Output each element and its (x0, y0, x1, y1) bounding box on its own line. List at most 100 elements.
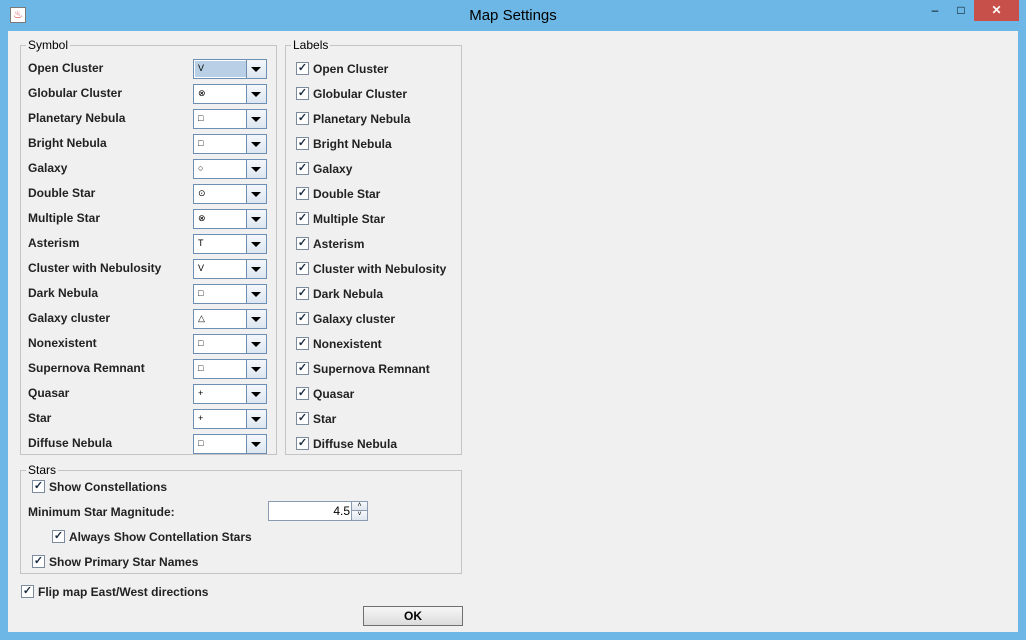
symbol-row-label: Asterism (28, 236, 80, 250)
chevron-down-icon[interactable] (246, 335, 266, 353)
symbol-row-label: Supernova Remnant (28, 361, 145, 375)
symbol-combo[interactable]: □ (193, 134, 267, 154)
checkbox-box[interactable]: ✓ (296, 87, 309, 100)
min-magnitude-spinner[interactable]: 4.5 ˄ ˅ (268, 501, 368, 521)
spinner-down-arrow-icon[interactable]: ˅ (352, 511, 367, 520)
label-checkbox-text: Star (313, 412, 337, 426)
min-magnitude-label: Minimum Star Magnitude: (28, 505, 175, 519)
map-settings-window: ♨ Map Settings – □ ✕ Symbol Open Cluster… (0, 0, 1026, 640)
chevron-down-icon[interactable] (246, 135, 266, 153)
label-checkbox-text: Quasar (313, 387, 355, 401)
symbol-combo-value[interactable]: ○ (195, 161, 248, 177)
chevron-down-icon[interactable] (246, 385, 266, 403)
checkbox-box[interactable]: ✓ (52, 530, 65, 543)
symbol-combo[interactable]: T (193, 234, 267, 254)
primary-star-names-label: Show Primary Star Names (49, 555, 199, 569)
label-checkbox-text: Open Cluster (313, 62, 389, 76)
symbol-combo-value[interactable]: V (195, 61, 248, 77)
symbol-row-label: Planetary Nebula (28, 111, 126, 125)
symbol-combo-value[interactable]: □ (195, 361, 248, 377)
symbol-combo-value[interactable]: □ (195, 336, 248, 352)
symbol-combo-value[interactable]: T (195, 236, 248, 252)
symbol-combo[interactable]: V (193, 259, 267, 279)
symbol-row-label: Star (28, 411, 52, 425)
symbol-combo-value[interactable]: ⊙ (195, 186, 248, 202)
label-checkbox-text: Globular Cluster (313, 87, 408, 101)
symbol-combo[interactable]: ⊗ (193, 209, 267, 229)
checkbox-box[interactable]: ✓ (296, 62, 309, 75)
symbol-combo[interactable]: V (193, 59, 267, 79)
checkbox-box[interactable]: ✓ (296, 187, 309, 200)
symbol-group: Symbol Open Cluster V Globular Cluster ⊗ Pla… (20, 38, 277, 455)
symbol-combo[interactable]: ⊙ (193, 184, 267, 204)
symbol-combo[interactable]: ⊗ (193, 84, 267, 104)
label-checkbox-text: Bright Nebula (313, 137, 392, 151)
spinner-buttons: ˄ ˅ (351, 502, 367, 520)
checkbox-box[interactable]: ✓ (296, 387, 309, 400)
spinner-up-arrow-icon[interactable]: ˄ (352, 502, 367, 511)
close-button[interactable]: ✕ (974, 0, 1019, 21)
checkbox-box[interactable]: ✓ (296, 137, 309, 150)
minimize-button[interactable]: – (922, 0, 948, 21)
checkbox-box[interactable]: ✓ (296, 162, 309, 175)
checkbox-box[interactable]: ✓ (296, 362, 309, 375)
symbol-combo[interactable]: □ (193, 434, 267, 454)
chevron-down-icon[interactable] (246, 185, 266, 203)
maximize-button[interactable]: □ (948, 0, 974, 21)
symbol-row-label: Nonexistent (28, 336, 97, 350)
symbol-combo-value[interactable]: □ (195, 136, 248, 152)
chevron-down-icon[interactable] (246, 110, 266, 128)
checkbox-box[interactable]: ✓ (296, 312, 309, 325)
symbol-group-legend: Symbol (28, 38, 69, 52)
chevron-down-icon[interactable] (246, 235, 266, 253)
symbol-combo-value[interactable]: ⊗ (195, 86, 248, 102)
symbol-combo[interactable]: ○ (193, 159, 267, 179)
checkbox-box[interactable]: ✓ (32, 555, 45, 568)
checkbox-box[interactable]: ✓ (21, 585, 34, 598)
symbol-combo[interactable]: □ (193, 359, 267, 379)
symbol-combo[interactable]: △ (193, 309, 267, 329)
chevron-down-icon[interactable] (246, 360, 266, 378)
label-checkbox-text: Cluster with Nebulosity (313, 262, 447, 276)
symbol-combo[interactable]: □ (193, 109, 267, 129)
title-bar[interactable]: ♨ Map Settings – □ ✕ (0, 0, 1026, 31)
checkbox-box[interactable]: ✓ (296, 212, 309, 225)
symbol-combo[interactable]: □ (193, 334, 267, 354)
checkbox-box[interactable]: ✓ (296, 287, 309, 300)
checkbox-box[interactable]: ✓ (296, 237, 309, 250)
symbol-combo-value[interactable]: □ (195, 286, 248, 302)
symbol-combo-value[interactable]: V (195, 261, 248, 277)
symbol-combo-value[interactable]: □ (195, 436, 248, 452)
symbol-combo[interactable]: □ (193, 284, 267, 304)
chevron-down-icon[interactable] (246, 310, 266, 328)
stars-group-legend: Stars (28, 463, 57, 477)
chevron-down-icon[interactable] (246, 160, 266, 178)
symbol-combo[interactable]: + (193, 384, 267, 404)
symbol-combo-value[interactable]: □ (195, 111, 248, 127)
symbol-row-label: Quasar (28, 386, 70, 400)
chevron-down-icon[interactable] (246, 285, 266, 303)
checkbox-box[interactable]: ✓ (296, 262, 309, 275)
always-show-label: Always Show Contellation Stars (69, 530, 252, 544)
chevron-down-icon[interactable] (246, 435, 266, 453)
checkbox-box[interactable]: ✓ (32, 480, 45, 493)
ok-button[interactable]: OK (363, 606, 463, 626)
chevron-down-icon[interactable] (246, 60, 266, 78)
checkbox-box[interactable]: ✓ (296, 437, 309, 450)
chevron-down-icon[interactable] (246, 410, 266, 428)
chevron-down-icon[interactable] (246, 85, 266, 103)
checkbox-box[interactable]: ✓ (296, 412, 309, 425)
symbol-row-label: Galaxy (28, 161, 68, 175)
min-magnitude-value[interactable]: 4.5 (333, 504, 350, 518)
symbol-combo-value[interactable]: △ (195, 311, 248, 327)
checkbox-box[interactable]: ✓ (296, 337, 309, 350)
checkbox-box[interactable]: ✓ (296, 112, 309, 125)
labels-group-legend: Labels (293, 38, 329, 52)
flip-map-label: Flip map East/West directions (38, 585, 209, 599)
symbol-combo-value[interactable]: + (195, 411, 248, 427)
chevron-down-icon[interactable] (246, 260, 266, 278)
chevron-down-icon[interactable] (246, 210, 266, 228)
symbol-combo-value[interactable]: ⊗ (195, 211, 248, 227)
symbol-combo[interactable]: + (193, 409, 267, 429)
symbol-combo-value[interactable]: + (195, 386, 248, 402)
